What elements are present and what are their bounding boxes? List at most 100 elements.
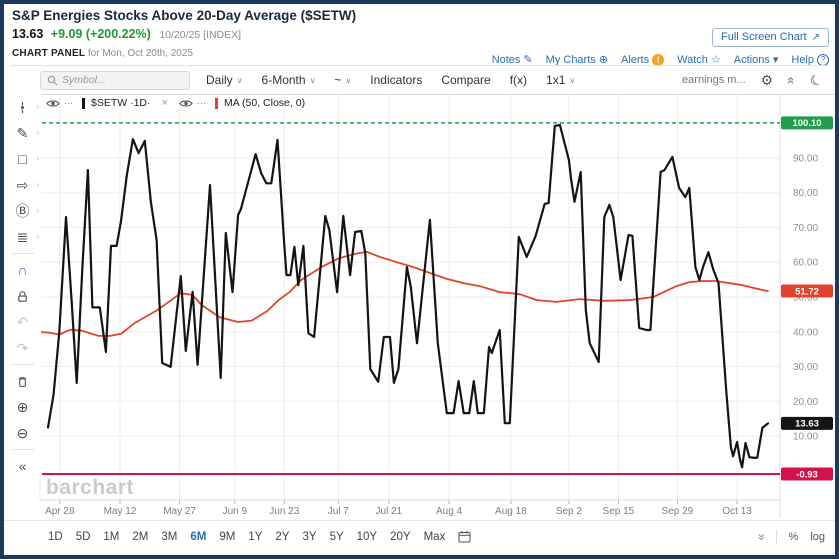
range-2y[interactable]: 2Y	[275, 531, 289, 543]
toolbar-compare-label: Compare	[441, 73, 491, 87]
range-5d[interactable]: 5D	[76, 531, 91, 543]
range-9m[interactable]: 9M	[219, 531, 235, 543]
brush-icon[interactable]: Ⓑ ›	[4, 198, 41, 224]
chart-panel-page: S&P Energies Stocks Above 20-Day Average…	[0, 0, 839, 559]
trash-icon[interactable]	[4, 368, 41, 394]
toolbar-separator	[11, 364, 34, 365]
toolbar-fx[interactable]: f(x)	[510, 73, 527, 87]
link-alerts[interactable]: Alerts!	[621, 53, 665, 66]
trendline-tools-icon[interactable]: ✎ ›	[4, 120, 41, 146]
range-max[interactable]: Max	[424, 531, 446, 543]
help-circle-icon: ?	[817, 53, 829, 66]
cursor-icon[interactable]: ›	[4, 94, 41, 120]
range-1m[interactable]: 1M	[103, 531, 119, 543]
range-5y[interactable]: 5Y	[330, 531, 344, 543]
chart-panel-date: for Mon, Oct 20th, 2025	[87, 48, 193, 59]
chart-panel-row: CHART PANEL for Mon, Oct 20th, 2025	[12, 48, 193, 59]
page-title: S&P Energies Stocks Above 20-Day Average…	[12, 8, 357, 23]
price-date: 10/20/25 [INDEX]	[159, 29, 242, 41]
submenu-chevron-icon: ›	[36, 102, 39, 111]
caret-down-icon: ∨	[345, 75, 352, 85]
link-help[interactable]: Help?	[791, 53, 829, 66]
remove-series-icon[interactable]: ×	[162, 97, 168, 109]
toolbar-frequency-label: Daily	[206, 73, 233, 87]
visibility-eye-icon[interactable]	[46, 99, 60, 108]
range-buttons: 1D 5D 1M 2M 3M 6M 9M 1Y 2Y 3Y 5Y 10Y 20Y Max	[48, 531, 445, 543]
link-my-charts-label: My Charts	[545, 53, 596, 66]
submenu-chevron-icon: ›	[36, 128, 39, 137]
submenu-chevron-icon: ›	[36, 180, 39, 189]
submenu-chevron-icon: ›	[36, 206, 39, 215]
dark-mode-icon[interactable]: ☾	[807, 70, 826, 91]
chart-toolbar: Symbol... Daily ∨ 6-Month ∨ ~ ∨ Indicators Comp…	[4, 66, 835, 95]
date-axis[interactable]	[42, 500, 780, 520]
collapse-up-icon[interactable]: «	[784, 76, 799, 83]
toolbar-line-type[interactable]: ~ ∨	[334, 73, 351, 87]
toolbar-range-label: 6-Month	[261, 73, 306, 87]
link-notes-label: Notes	[491, 53, 521, 66]
toolbar-separator	[11, 253, 34, 254]
arrow-icon[interactable]: ⇨ ›	[4, 172, 41, 198]
series-1-label[interactable]: $SETW ·1D·	[91, 97, 151, 109]
toolbar-indicators-label: Indicators	[370, 73, 423, 87]
collapse-panel-icon[interactable]: «	[4, 453, 41, 479]
toolbar-compare[interactable]: Compare	[441, 73, 490, 87]
series-color-bar	[214, 97, 218, 109]
caret-down-icon: ∨	[236, 75, 243, 85]
range-3m[interactable]: 3M	[161, 531, 177, 543]
toolbar-indicators[interactable]: Indicators	[370, 73, 422, 87]
zoom-out-icon[interactable]: ⊖	[4, 420, 41, 446]
range-2m[interactable]: 2M	[132, 531, 148, 543]
earnings-mode-label[interactable]: earnings m...	[682, 74, 746, 86]
separator	[775, 529, 777, 544]
shapes-icon[interactable]: □ ›	[4, 146, 41, 172]
submenu-chevron-icon: ›	[36, 232, 39, 241]
zoom-in-icon[interactable]: ⊕	[4, 394, 41, 420]
range-6m[interactable]: 6M	[190, 531, 206, 543]
collapse-down-icon[interactable]: «	[753, 533, 767, 540]
toolbar-frequency[interactable]: Daily ∨	[206, 73, 243, 87]
magnet-icon[interactable]: ∩	[4, 257, 41, 283]
series-color-bar	[82, 97, 85, 109]
last-price: 13.63	[12, 27, 44, 41]
toolbar-grid-layout[interactable]: 1x1 ∨	[546, 73, 575, 87]
search-icon	[47, 75, 58, 85]
range-3y[interactable]: 3Y	[302, 531, 316, 543]
toolbar-separator	[11, 449, 34, 450]
lock-icon[interactable]	[4, 283, 41, 309]
drawing-toolbar: › ✎ › □ › ⇨ › Ⓑ › ≣ › ∩ ↶ ↷ ⊕ ⊖ «	[4, 94, 41, 479]
log-scale-toggle[interactable]: log	[810, 531, 825, 543]
series-menu-icon[interactable]: ⋯	[197, 98, 207, 109]
series-2-label[interactable]: MA (50, Close, 0)	[224, 97, 305, 109]
full-screen-chart-button[interactable]: Full Screen Chart ↗	[712, 28, 829, 47]
caret-down-icon: ∨	[309, 75, 316, 85]
range-1y[interactable]: 1Y	[248, 531, 262, 543]
price-axis[interactable]	[780, 94, 835, 500]
toolbar-fx-label: f(x)	[509, 73, 528, 87]
percent-scale-toggle[interactable]: %	[789, 531, 799, 543]
toolbar-right: earnings m... ⚙ « ☾	[682, 70, 826, 91]
chart-plot-area[interactable]	[42, 94, 780, 500]
link-help-label: Help	[791, 53, 814, 66]
calendar-icon[interactable]	[458, 530, 471, 543]
alert-badge-icon: !	[652, 53, 665, 66]
symbol-input[interactable]: Symbol...	[40, 70, 190, 90]
gear-icon[interactable]: ⚙	[761, 72, 774, 89]
price-change: +9.09 (+200.22%)	[50, 27, 151, 41]
undo-icon: ↶	[16, 313, 29, 330]
link-actions-label: Actions	[733, 53, 770, 66]
visibility-eye-icon[interactable]	[179, 99, 193, 108]
range-1d[interactable]: 1D	[48, 531, 63, 543]
chart-panel-label: CHART PANEL	[12, 48, 86, 59]
series-menu-icon[interactable]: ⋯	[64, 98, 74, 109]
range-10y[interactable]: 10Y	[357, 531, 377, 543]
range-20y[interactable]: 20Y	[390, 531, 410, 543]
axis-toggles: « % log	[753, 529, 825, 544]
toolbar-range[interactable]: 6-Month ∨	[262, 73, 316, 87]
link-watch-label: Watch	[677, 53, 708, 66]
price-row: 13.63 +9.09 (+200.22%) 10/20/25 [INDEX]	[12, 27, 241, 41]
toolbar-items: Daily ∨ 6-Month ∨ ~ ∨ Indicators Compare f(x) 1x1…	[206, 73, 575, 87]
external-link-icon: ↗	[811, 32, 820, 43]
settings-icon[interactable]: ≣ ›	[4, 224, 41, 250]
symbol-placeholder: Symbol...	[62, 74, 106, 86]
